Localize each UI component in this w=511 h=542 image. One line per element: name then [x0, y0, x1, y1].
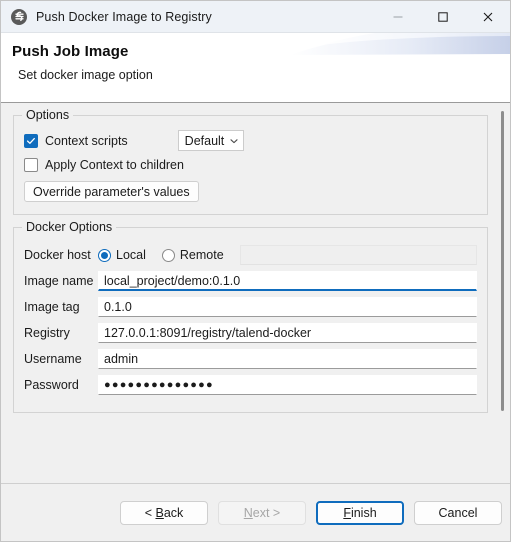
title-bar: Push Docker Image to Registry — [1, 1, 510, 33]
context-scripts-label: Context scripts — [45, 133, 128, 148]
talend-logo-icon — [11, 8, 27, 25]
docker-host-row: Docker host Local Remote — [24, 242, 477, 268]
registry-input[interactable]: 127.0.0.1:8091/registry/talend-docker — [98, 323, 477, 343]
dialog-content: Options Context scripts Default Apply Co… — [1, 103, 510, 483]
username-input[interactable]: admin — [98, 349, 477, 369]
override-parameters-button[interactable]: Override parameter's values — [24, 181, 199, 202]
options-group: Options Context scripts Default Apply Co… — [13, 108, 488, 215]
context-scripts-row: Context scripts Default — [24, 130, 477, 151]
maximize-icon — [437, 11, 448, 22]
docker-options-group-title: Docker Options — [22, 220, 117, 234]
header-decoration-icon — [290, 33, 510, 79]
finish-button-label: Finish — [343, 505, 377, 520]
image-name-input[interactable]: local_project/demo:0.1.0 — [98, 271, 477, 291]
next-button: Next > — [218, 500, 306, 525]
back-button-label: < Back — [144, 505, 184, 520]
remote-host-input — [239, 245, 477, 265]
finish-button[interactable]: Finish — [316, 500, 404, 525]
apply-context-row: Apply Context to children — [24, 158, 477, 172]
chevron-down-icon — [230, 138, 238, 143]
remote-radio[interactable] — [161, 248, 175, 262]
image-tag-row: Image tag 0.1.0 — [24, 294, 477, 320]
password-row: Password ●●●●●●●●●●●●●● — [24, 372, 477, 398]
local-radio-label: Local — [116, 248, 146, 262]
apply-context-checkbox[interactable] — [24, 158, 38, 172]
page-subtitle: Set docker image option — [18, 68, 153, 82]
page-title: Push Job Image — [12, 43, 129, 60]
options-group-title: Options — [22, 108, 74, 122]
apply-context-label: Apply Context to children — [45, 158, 184, 172]
next-button-label: Next > — [243, 505, 281, 520]
local-radio[interactable] — [98, 248, 111, 262]
close-button[interactable] — [465, 1, 510, 32]
image-name-label: Image name — [24, 274, 94, 288]
password-input[interactable]: ●●●●●●●●●●●●●● — [98, 375, 477, 395]
image-tag-label: Image tag — [24, 300, 80, 314]
window-title: Push Docker Image to Registry — [36, 9, 212, 24]
registry-row: Registry 127.0.0.1:8091/registry/talend-… — [24, 320, 477, 346]
override-row: Override parameter's values — [24, 179, 477, 202]
wizard-header: Push Job Image Set docker image option — [1, 33, 510, 103]
docker-options-group: Docker Options Docker host Local Remote … — [13, 220, 488, 413]
username-row: Username admin — [24, 346, 477, 372]
docker-host-remote-option[interactable]: Remote — [161, 248, 240, 262]
scrollbar-thumb[interactable] — [501, 111, 504, 411]
docker-host-label: Docker host — [24, 248, 91, 262]
back-button[interactable]: < Back — [120, 500, 208, 525]
cancel-button[interactable]: Cancel — [414, 500, 502, 525]
cancel-button-label: Cancel — [438, 505, 478, 520]
context-select[interactable]: Default — [177, 130, 244, 151]
docker-host-local-option[interactable]: Local — [98, 248, 162, 262]
close-icon — [483, 12, 492, 21]
push-docker-image-dialog: Push Docker Image to Registry Push Job I… — [0, 0, 511, 542]
username-label: Username — [24, 352, 82, 366]
image-name-row: Image name local_project/demo:0.1.0 — [24, 268, 477, 294]
dialog-body: Options Context scripts Default Apply Co… — [1, 103, 510, 483]
window-controls — [375, 1, 510, 32]
maximize-button[interactable] — [420, 1, 465, 32]
context-select-value: Default — [184, 133, 225, 148]
content-scrollbar[interactable] — [498, 103, 507, 483]
minimize-icon — [393, 16, 402, 17]
dialog-footer: < Back Next > Finish Cancel — [1, 483, 510, 541]
check-icon — [26, 137, 35, 144]
context-scripts-checkbox[interactable] — [24, 133, 38, 148]
minimize-button[interactable] — [375, 1, 420, 32]
password-label: Password — [24, 378, 79, 392]
remote-radio-label: Remote — [179, 248, 224, 262]
image-tag-input[interactable]: 0.1.0 — [98, 297, 477, 317]
registry-label: Registry — [24, 326, 70, 340]
